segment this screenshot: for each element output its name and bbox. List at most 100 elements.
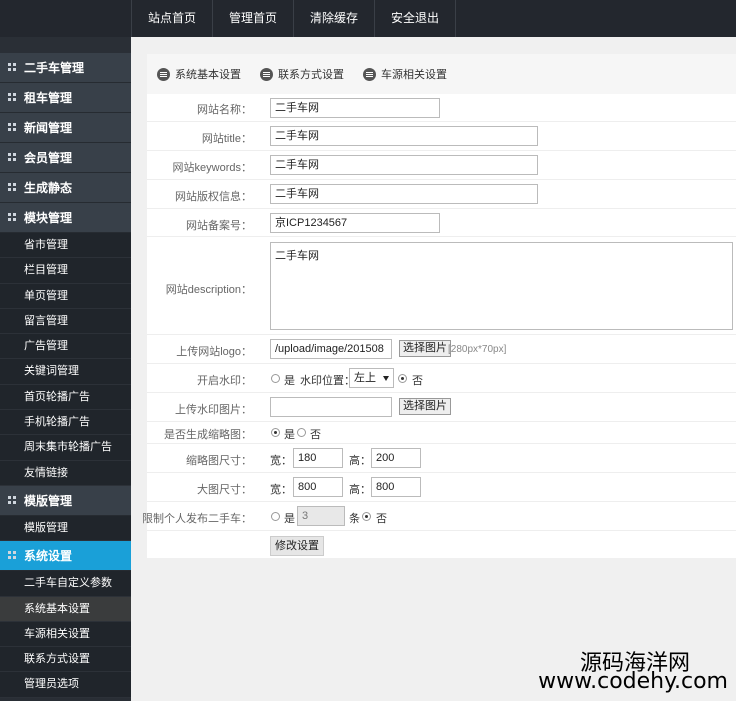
thumb-width-input[interactable]: 180 (293, 448, 343, 468)
sidebar-list: 二手车管理租车管理新闻管理 会员管理 生成静态模块管理省市管理栏目管理单页管理留言管… (0, 53, 131, 698)
tab-basic-settings[interactable]: 系统基本设置 (157, 66, 241, 82)
choose-watermark-button[interactable]: 选择图片 (399, 398, 451, 415)
nav-logout[interactable]: 安全退出 (375, 0, 457, 37)
row-keywords: 网站keywords： 二手车网 (147, 151, 736, 180)
sidebar-label: 手机轮播广告 (24, 416, 90, 429)
tab-label: 联系方式设置 (278, 69, 344, 81)
watermark-yes-radio[interactable] (271, 374, 280, 383)
label-watermark-image: 上传水印图片： (175, 404, 252, 416)
row-site-name: 网站名称： 二手车网 (147, 94, 736, 122)
watermark-yes-label: 是 (284, 375, 295, 387)
submit-button[interactable]: 修改设置 (270, 536, 324, 556)
watermark-no-label: 否 (412, 375, 423, 387)
sidebar-group[interactable]: 生成静态 (0, 173, 131, 203)
limit-yes-radio[interactable] (271, 512, 280, 521)
sidebar-item[interactable]: 系统基本设置 (0, 596, 131, 622)
sidebar-group[interactable]: 模版管理 (0, 485, 131, 516)
watermark-pos-label: 水印位置： (300, 375, 355, 387)
title-input[interactable]: 二手车网 (270, 126, 538, 146)
row-thumbnail: 是否生成缩略图： 是 否 (147, 422, 736, 444)
logo-path-input[interactable]: /upload/image/201508 (270, 339, 392, 359)
label-site-name: 网站名称： (197, 104, 252, 116)
label-big-size: 大图尺寸： (197, 484, 252, 496)
sidebar-item[interactable]: 友情链接 (0, 460, 131, 486)
tab-contact-settings[interactable]: 联系方式设置 (260, 66, 344, 82)
description-textarea[interactable]: 二手车网 (270, 242, 733, 330)
sidebar-label: 联系方式设置 (24, 653, 90, 666)
watermark-url: www.codehy.com (538, 669, 728, 694)
big-width-label: 宽： (270, 484, 292, 496)
sidebar-group[interactable]: 模块管理 (0, 203, 131, 233)
keywords-input[interactable]: 二手车网 (270, 155, 538, 175)
watermark-image-input[interactable] (270, 397, 392, 417)
sidebar-item[interactable]: 管理员选项 (0, 672, 131, 698)
big-height-input[interactable]: 800 (371, 477, 421, 497)
thumb-no-radio[interactable] (297, 428, 306, 437)
icp-input[interactable]: 京ICP1234567 (270, 213, 440, 233)
sidebar-item[interactable]: 关键词管理 (0, 359, 131, 385)
row-watermark-image: 上传水印图片： 选择图片 (147, 393, 736, 422)
sidebar-group[interactable]: 二手车管理 (0, 53, 131, 83)
thumb-height-input[interactable]: 200 (371, 448, 421, 468)
sidebar-label: 模版管理 (24, 521, 68, 534)
sidebar-item[interactable]: 栏目管理 (0, 258, 131, 284)
big-width-input[interactable]: 800 (293, 477, 343, 497)
sidebar-item[interactable]: 首页轮播广告 (0, 384, 131, 411)
watermark-pos-select[interactable]: 左上 (349, 368, 394, 388)
sidebar-item[interactable]: 联系方式设置 (0, 647, 131, 673)
menu-icon (157, 67, 170, 81)
sidebar-label: 租车管理 (24, 91, 73, 105)
nav-admin-home[interactable]: 管理首页 (213, 0, 295, 37)
sidebar-item[interactable]: 周末集市轮播广告 (0, 435, 131, 461)
limit-value-input[interactable]: 3 (297, 506, 345, 526)
choose-logo-button[interactable]: 选择图片 (399, 340, 451, 357)
sidebar-item[interactable]: 手机轮播广告 (0, 410, 131, 436)
label-limit: 限制个人发布二手车： (142, 513, 252, 525)
thumb-width-label: 宽： (270, 455, 292, 467)
sidebar-label: 省市管理 (24, 239, 68, 251)
sidebar-label: 留言管理 (24, 314, 68, 327)
thumb-no-label: 否 (310, 429, 321, 441)
sidebar-item[interactable]: 单页管理 (0, 283, 131, 309)
row-limit: 限制个人发布二手车： 是 3 条 否 (142, 502, 736, 531)
grid-icon (8, 495, 18, 506)
nav-clear-cache[interactable]: 清除缓存 (294, 0, 376, 37)
sidebar-label: 单页管理 (24, 289, 68, 302)
watermark-no-radio[interactable] (398, 374, 407, 383)
sidebar-item[interactable]: 模版管理 (0, 515, 131, 542)
settings-form: 网站名称： 二手车网 网站title： 二手车网 网站keywords： 二手车… (142, 94, 736, 558)
nav-site-home[interactable]: 站点首页 (132, 0, 214, 37)
sidebar-item[interactable]: 省市管理 (0, 233, 131, 259)
limit-no-radio[interactable] (362, 512, 371, 521)
sidebar-group[interactable]: 会员管理 (0, 143, 131, 173)
watermark-pos-value: 左上 (354, 372, 376, 384)
thumb-yes-radio[interactable] (271, 428, 280, 437)
sidebar-group[interactable]: 租车管理 (0, 83, 131, 113)
logo-size-hint: [280px*70px] (448, 344, 507, 355)
main-content: 系统基本设置 联系方式设置 车源相关设置 网站名称： 二手车网 网站title：… (131, 37, 736, 701)
grid-icon (8, 183, 18, 193)
tab-car-settings[interactable]: 车源相关设置 (363, 66, 447, 82)
row-copyright: 网站版权信息： 二手车网 (147, 180, 736, 209)
site-name-input[interactable]: 二手车网 (270, 98, 440, 118)
grid-icon (8, 153, 18, 163)
grid-icon (8, 123, 18, 133)
chevron-down-icon (383, 376, 389, 381)
sidebar-label: 广告管理 (24, 340, 68, 353)
sidebar-group[interactable]: 新闻管理 (0, 113, 131, 143)
sidebar-item[interactable]: 广告管理 (0, 334, 131, 360)
menu-icon (363, 67, 376, 81)
row-description: 网站description： 二手车网 (147, 237, 736, 335)
grid-icon (8, 63, 18, 73)
label-watermark: 开启水印： (197, 375, 252, 387)
sidebar-item[interactable]: 留言管理 (0, 308, 131, 335)
sidebar-group[interactable]: 系统设置 (0, 541, 131, 572)
sidebar-item[interactable]: 二手车自定义参数 (0, 571, 131, 597)
grid-icon (8, 551, 18, 561)
row-thumb-size: 缩略图尺寸： 宽： 180 高： 200 (147, 444, 736, 473)
sidebar-item[interactable]: 车源相关设置 (0, 621, 131, 648)
sidebar-label: 模块管理 (24, 211, 73, 225)
thumb-yes-label: 是 (284, 429, 295, 441)
thumb-height-label: 高： (349, 455, 371, 467)
copyright-input[interactable]: 二手车网 (270, 184, 538, 204)
